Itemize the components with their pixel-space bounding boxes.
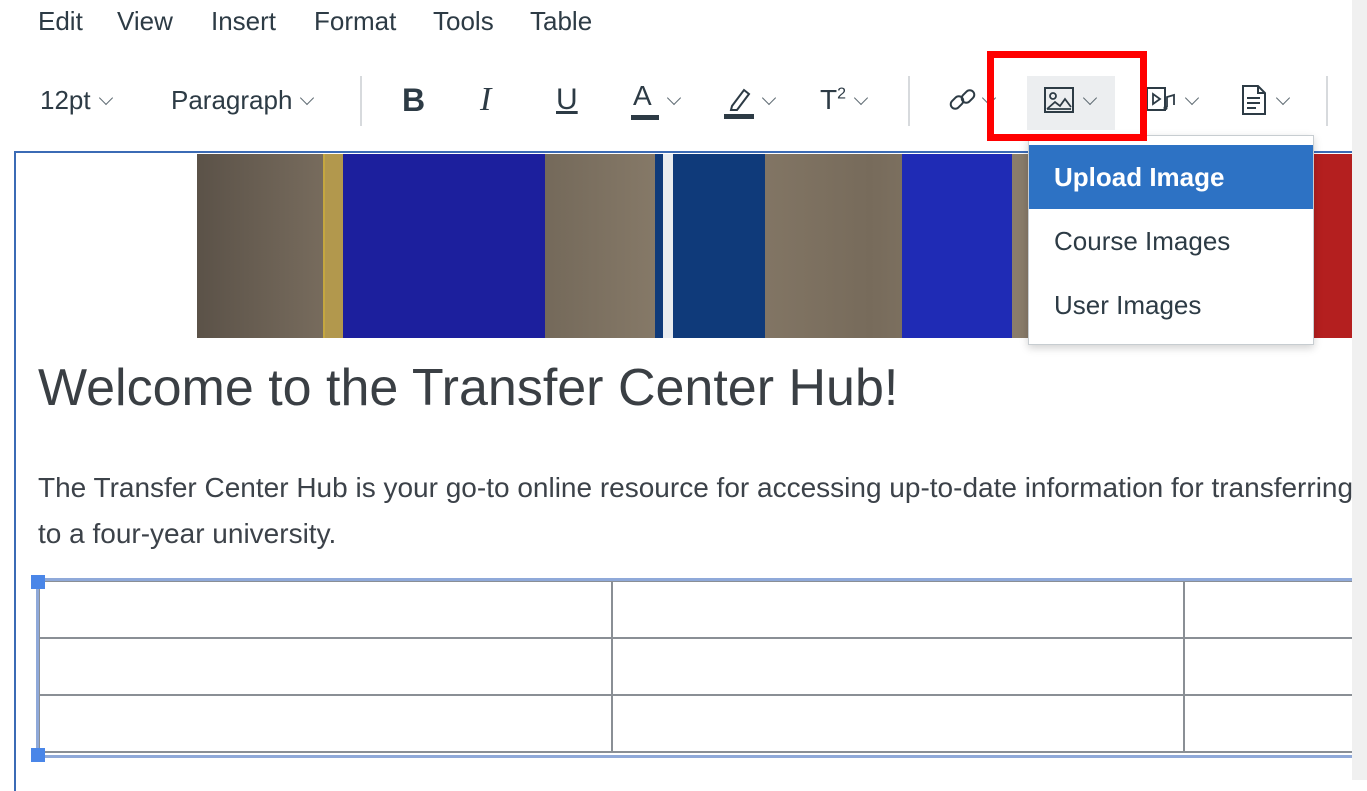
italic-button[interactable]: I — [480, 78, 491, 122]
table-resize-handle[interactable] — [31, 575, 45, 589]
media-icon — [1145, 85, 1177, 115]
page-heading: Welcome to the Transfer Center Hub! — [38, 359, 899, 417]
menu-insert[interactable]: Insert — [211, 6, 276, 37]
superscript-glyph: T — [820, 84, 838, 115]
font-size-value: 12pt — [40, 84, 91, 115]
table-cell[interactable] — [610, 580, 1186, 639]
pennant-image — [1312, 154, 1357, 338]
table-resize-handle[interactable] — [31, 748, 45, 762]
menu-format[interactable]: Format — [314, 6, 396, 37]
chevron-down-icon — [1276, 78, 1292, 122]
block-format-value: Paragraph — [171, 84, 293, 115]
media-button[interactable] — [1145, 78, 1201, 122]
chevron-down-icon — [762, 78, 778, 122]
highlight-color-button[interactable] — [724, 78, 778, 122]
highlighter-icon — [724, 80, 754, 120]
superscript-icon: T2 — [820, 84, 846, 116]
image-button-highlight — [987, 51, 1147, 141]
superscript-mark: 2 — [837, 85, 847, 103]
document-icon — [1240, 84, 1268, 116]
table-cell[interactable] — [38, 580, 613, 639]
menu-item-course-images[interactable]: Course Images — [1029, 209, 1313, 273]
text-color-glyph: A — [633, 80, 652, 111]
editor-menubar: Edit View Insert Format Tools Table — [0, 0, 1367, 46]
scroll-gutter — [1352, 0, 1367, 780]
font-size-dropdown[interactable]: 12pt — [40, 78, 115, 122]
chevron-down-icon — [300, 78, 316, 122]
table-row — [38, 637, 1367, 696]
document-button[interactable] — [1240, 78, 1292, 122]
menu-tools[interactable]: Tools — [433, 6, 494, 37]
table-row — [38, 580, 1367, 639]
toolbar-separator — [360, 76, 362, 126]
text-color-icon: A — [631, 80, 659, 120]
table-row — [38, 694, 1367, 753]
pennant-image — [323, 154, 545, 338]
intro-paragraph: The Transfer Center Hub is your go-to on… — [38, 472, 1354, 549]
menu-table[interactable]: Table — [530, 6, 592, 37]
table-cell[interactable] — [610, 637, 1186, 696]
bold-button[interactable]: B — [402, 78, 425, 122]
toolbar-separator — [908, 76, 910, 126]
chevron-down-icon — [667, 78, 683, 122]
bold-icon: B — [402, 81, 426, 118]
chevron-down-icon — [854, 78, 870, 122]
table-cell[interactable] — [1183, 580, 1367, 639]
table-cell[interactable] — [1183, 637, 1367, 696]
superscript-button[interactable]: T2 — [820, 78, 870, 122]
pennant-image — [902, 154, 1012, 338]
underline-icon: U — [556, 83, 578, 116]
menu-item-user-images[interactable]: User Images — [1029, 273, 1313, 337]
pennant-image — [655, 154, 765, 338]
toolbar-separator — [1326, 76, 1328, 126]
table-cell[interactable] — [38, 637, 613, 696]
underline-button[interactable]: U — [556, 78, 578, 122]
content-table[interactable] — [38, 580, 1367, 753]
table-cell[interactable] — [1183, 694, 1367, 753]
table-cell[interactable] — [610, 694, 1186, 753]
block-format-dropdown[interactable]: Paragraph — [171, 78, 316, 122]
image-dropdown-menu: Upload Image Course Images User Images — [1028, 135, 1314, 345]
text-color-button[interactable]: A — [631, 78, 683, 122]
link-icon — [946, 83, 980, 117]
editor-toolbar: 12pt Paragraph B I U A T2 — [0, 70, 1367, 130]
table-cell[interactable] — [38, 694, 613, 753]
chevron-down-icon — [1185, 78, 1201, 122]
chevron-down-icon — [99, 78, 115, 122]
menu-item-upload-image[interactable]: Upload Image — [1029, 145, 1313, 209]
menu-edit[interactable]: Edit — [38, 6, 83, 37]
menu-view[interactable]: View — [117, 6, 173, 37]
italic-icon: I — [480, 81, 492, 118]
